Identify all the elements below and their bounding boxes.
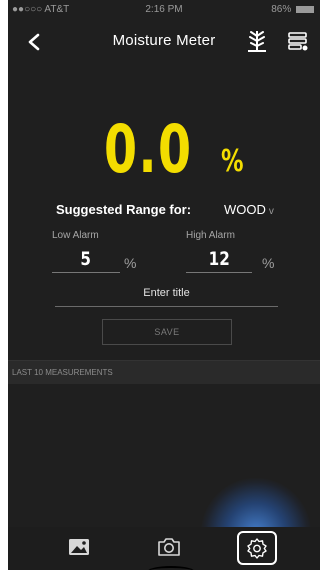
tab-gallery[interactable] <box>63 531 95 563</box>
moisture-reading: 0.0 % <box>8 110 320 190</box>
low-alarm-unit: % <box>124 255 137 271</box>
tab-settings[interactable] <box>237 531 277 565</box>
measurement-list-icon <box>288 32 308 51</box>
moisture-value: 0.0 <box>104 111 193 188</box>
camera-icon <box>158 538 180 556</box>
material-select[interactable]: WOOD v <box>224 202 274 217</box>
wood-type-button[interactable] <box>244 28 270 54</box>
settings-gear-icon <box>247 538 267 559</box>
save-button[interactable]: SAVE <box>102 319 232 345</box>
material-select-value: WOOD <box>224 202 266 217</box>
wood-grain-icon <box>248 31 266 52</box>
low-alarm-input[interactable]: 5 <box>52 248 120 273</box>
measurements-header-label: LAST 10 MEASUREMENTS <box>12 368 113 377</box>
battery-percent: 86% <box>271 4 292 15</box>
status-bar: ●●○○○ AT&T 2:16 PM 86% <box>8 0 320 20</box>
high-alarm-input[interactable]: 12 <box>186 248 252 273</box>
high-alarm-unit: % <box>262 255 275 271</box>
battery-icon <box>296 5 314 13</box>
chevron-down-icon: v <box>268 206 274 217</box>
suggested-range-label: Suggested Range for: <box>56 202 192 217</box>
app-screen: ●●○○○ AT&T 2:16 PM 86% Moisture Meter 0.… <box>8 0 320 570</box>
high-alarm-value: 12 <box>208 248 230 270</box>
high-alarm-label: High Alarm <box>186 230 235 241</box>
low-alarm-value: 5 <box>80 248 92 270</box>
measurements-list-button[interactable] <box>287 30 309 52</box>
tab-camera[interactable] <box>153 531 185 563</box>
title-input[interactable]: Enter title <box>55 286 278 307</box>
low-alarm-label: Low Alarm <box>52 230 99 241</box>
measurements-header: LAST 10 MEASUREMENTS <box>8 360 320 385</box>
gallery-icon <box>69 539 89 555</box>
status-battery: 86% <box>271 4 314 15</box>
page-title: Moisture Meter <box>112 32 216 49</box>
navigation-bar: Moisture Meter <box>8 20 320 64</box>
moisture-unit: % <box>221 144 244 179</box>
